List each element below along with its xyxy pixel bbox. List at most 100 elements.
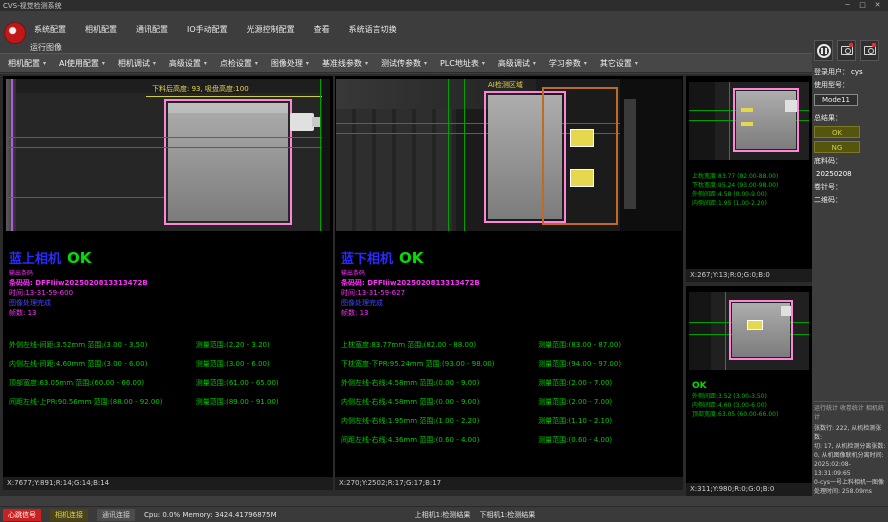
window-controls: ─ □ ✕ [840,0,885,11]
camera3-panel: 上枕宽度:83.77 (82.00-88.00) 下枕宽度:95.24 (93.… [686,76,812,282]
measure-range: 测量范围:(1.10 - 2.10) [538,416,681,426]
scene-shape [168,103,288,113]
stats-line: 处理时间: 258.09ms [814,487,886,496]
connector-part [781,306,791,316]
close-button[interactable]: ✕ [870,0,885,11]
material-code-label: 底料码： [814,157,886,166]
camera1-output-tag: 输出条码 [9,270,331,278]
menu-language-switch[interactable]: 系统语言切换 [347,23,399,36]
scene-shape [624,99,636,209]
tb-label: 其它设置 [600,58,632,69]
menu-camera-config[interactable]: 相机配置 [83,23,119,36]
chevron-down-icon: ▾ [204,60,207,67]
measure-range: 测量范围:(94.00 - 97.00) [538,359,681,369]
tab-run-image[interactable]: 运行图像 [30,42,62,53]
stats-line: 0, 从机图像联机分离时间: [814,451,886,460]
camera1-measurements: 外侧左线-间距:3.52mm 范围:(3.00 - 3.50)测量范围:(2.2… [9,340,331,407]
tb-test-params[interactable]: 测试传参数▾ [381,58,427,69]
camera2-image-view[interactable]: AI检测区域 [336,79,682,231]
model-label: 使用型号： [814,81,886,90]
tb-label: AI使用配置 [59,58,99,69]
measure-line [320,79,321,231]
tb-label: 基准线参数 [322,58,362,69]
highlight-feature [741,122,753,126]
camera1-result-status: OK [67,249,91,267]
camera2-barcode: 条码码: DFFIiiw2025020813313472B [341,278,681,288]
measure-line [6,197,164,198]
camera4-measurements: OK 外侧间距:3.52 (3.00-3.50) 内侧间距:4.60 (3.00… [692,380,810,419]
total-result-label: 总结果： [814,114,886,123]
tb-label: 高级调试 [498,58,530,69]
measure-value: 外侧左线-右线:4.58mm 范围:(0.00 - 9.00) [341,378,538,388]
chevron-down-icon: ▾ [102,60,105,67]
measure-row: 上枕宽度:83.77mm 范围:(82.00 - 88.00)测量范围:(83.… [341,340,681,350]
measure-range: 测量范围:(0.60 - 4.00) [538,435,681,445]
chevron-down-icon: ▾ [482,60,485,67]
tb-camera-config[interactable]: 相机配置▾ [8,58,46,69]
camera2-result-block: 蓝下相机OK 输出条码 条码码: DFFIiiw2025020813313472… [341,248,681,454]
run-statistics-block: 运行统计 收卷统计 相机统计 张数行: 222, 从机检测张数: 切: 17, … [814,401,886,496]
toolbar: 相机配置▾ AI使用配置▾ 相机调试▾ 高级设置▾ 点检设置▾ 图像处理▾ 基准… [0,53,812,73]
guide-line [11,79,13,231]
camera-bottom-button[interactable] [860,40,879,61]
measure-line-text: 上枕宽度:83.77 (82.00-88.00) [692,172,810,181]
tb-ai-config[interactable]: AI使用配置▾ [59,58,105,69]
result-badge-ok: OK [814,126,860,138]
camera-icon [841,46,853,55]
measure-line-text: 内侧间距:4.60 (3.00-6.00) [692,401,810,410]
tb-learn-params[interactable]: 学习参数▾ [549,58,587,69]
result-badge-ng: NG [814,141,860,153]
maximize-button[interactable]: □ [855,0,870,11]
tb-camera-debug[interactable]: 相机调试▾ [118,58,156,69]
connector-tip [312,117,320,127]
part-block [168,103,288,221]
camera2-name: 蓝下相机 [341,252,393,267]
highlight-feature [747,320,763,330]
camera1-image-view[interactable]: 下料后高度: 93, 吸盘高度:100 [6,79,330,231]
menu-system-config[interactable]: 系统配置 [32,23,68,36]
measure-line [464,79,465,231]
tb-baseline-params[interactable]: 基准线参数▾ [322,58,368,69]
tb-spot-check[interactable]: 点检设置▾ [220,58,258,69]
camera-icon [864,46,876,55]
connector-part [290,113,314,131]
cpu-memory-status: Cpu: 0.0% Memory: 3424.41796875M [144,511,277,519]
tb-label: 相机配置 [8,58,40,69]
measure-value: 内侧左线-右线:1.95mm 范围:(1.00 - 2.20) [341,416,538,426]
pause-button[interactable] [814,40,833,61]
highlight-feature [570,169,594,187]
tb-advanced-debug[interactable]: 高级调试▾ [498,58,536,69]
camera2-time: 时间:13-31-59-627 [341,288,681,298]
measure-row: 间距左线-右线:4.36mm 范围:(0.60 - 4.00)测量范围:(0.6… [341,435,681,445]
heartbeat-badge: 心跳信号 [3,509,41,521]
record-dot-icon [849,43,853,47]
camera2-result-status: OK [399,249,423,267]
chevron-down-icon: ▾ [255,60,258,67]
model-value-box[interactable]: Mode11 [814,94,858,106]
tb-label: 高级设置 [169,58,201,69]
measure-value: 内侧左线-间距:4.60mm 范围:(3.00 - 6.00) [9,359,196,369]
menu-view[interactable]: 查看 [312,23,332,36]
camera-top-button[interactable] [837,40,856,61]
measure-line-text: 下枕宽度:95.24 (93.00-98.00) [692,181,810,190]
measure-row: 外侧左线-间距:3.52mm 范围:(3.00 - 3.50)测量范围:(2.2… [9,340,331,350]
camera4-image-view[interactable] [689,292,809,370]
measure-line-text: 外侧间距:3.52 (3.00-3.50) [692,392,810,401]
tb-advanced-settings[interactable]: 高级设置▾ [169,58,207,69]
menu-items: 系统配置 相机配置 通讯配置 IO手动配置 光源控制配置 查看 系统语言切换 [32,23,399,36]
camera3-image-view[interactable] [689,82,809,160]
tb-image-process[interactable]: 图像处理▾ [271,58,309,69]
measure-line [146,96,330,97]
camera4-pixel-coords: X:311;Y:980;R:0;G:0;B:0 [686,483,812,496]
material-code-value: 20250208 [816,170,886,179]
stats-line: 2025:02:08-13:31:09:65 [814,460,886,478]
menu-light-control-config[interactable]: 光源控制配置 [245,23,297,36]
tb-other-settings[interactable]: 其它设置▾ [600,58,638,69]
menu-io-manual-config[interactable]: IO手动配置 [185,23,230,36]
tb-plc-address[interactable]: PLC地址表▾ [440,58,485,69]
camera1-frame-count: 帧数: 13 [9,308,331,318]
menu-comm-config[interactable]: 通讯配置 [134,23,170,36]
measure-row: 外侧左线-右线:4.58mm 范围:(0.00 - 9.00)测量范围:(2.0… [341,378,681,388]
camera-link-badge: 相机连接 [50,509,88,521]
minimize-button[interactable]: ─ [840,0,855,11]
